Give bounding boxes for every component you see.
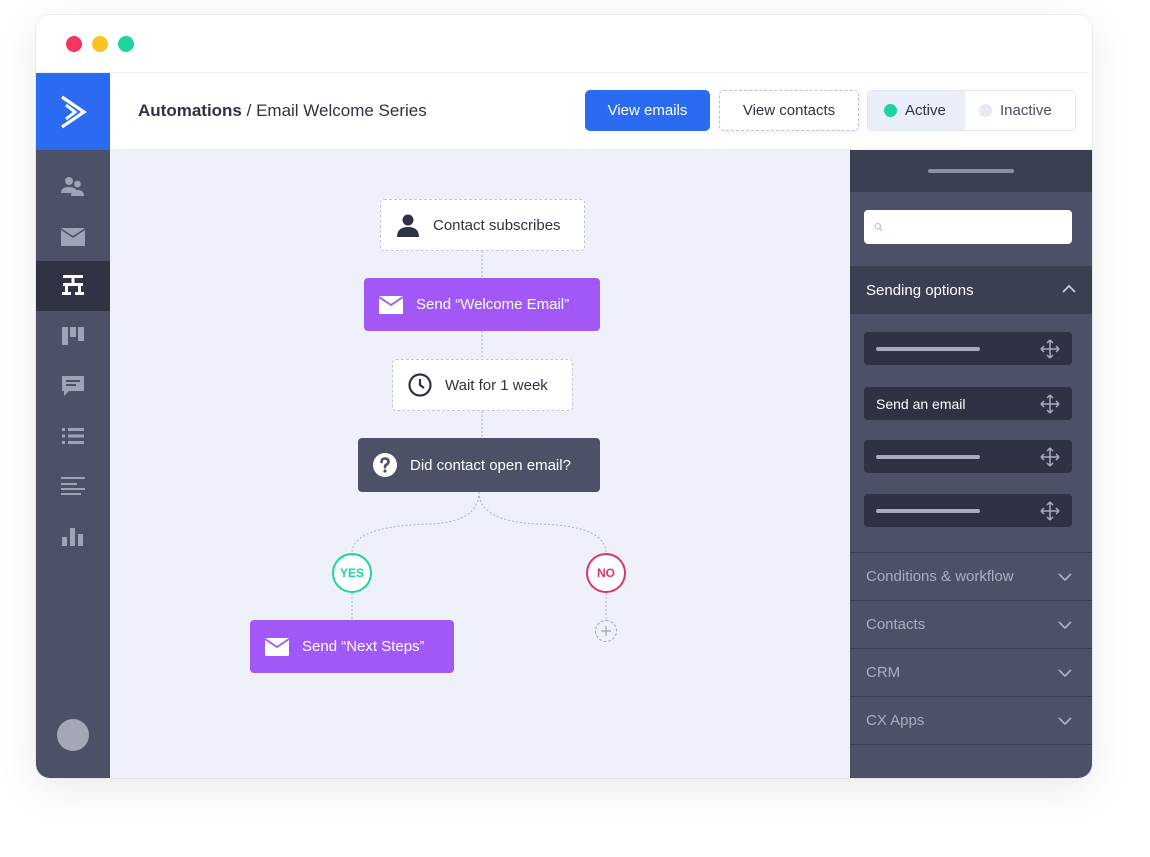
chevron-up-icon [1062,284,1076,293]
panel-header [850,150,1092,192]
trigger-node-label: Contact subscribes [433,216,561,234]
lists-icon [62,428,84,444]
sidebar-item-lists[interactable] [36,411,110,461]
action-item[interactable] [864,332,1072,365]
conversations-icon [62,376,84,396]
mail-icon-wrap [378,295,404,315]
app-window: Automations / Email Welcome Series View … [36,15,1092,778]
chevron-right-logo-icon [61,95,87,128]
window-titlebar [36,15,1092,73]
section-sending-options[interactable]: Sending options [850,266,1092,314]
send-welcome-email-label: Send “Welcome Email” [416,296,570,313]
status-toggle: Active Inactive [867,90,1076,131]
no-branch-badge[interactable]: NO [586,553,626,593]
action-item-placeholder [876,346,980,351]
panel-search[interactable] [864,210,1072,244]
chevron-down-icon [1058,669,1072,678]
sidebar-item-contacts[interactable] [36,162,110,212]
move-icon[interactable] [1040,447,1060,467]
pipeline-icon [62,327,84,345]
breadcrumb-separator: / [241,101,257,120]
action-item-placeholder [876,508,980,513]
search-icon [874,223,883,231]
yes-branch-badge[interactable]: YES [332,553,372,593]
condition-node-label: Did contact open email? [410,456,571,474]
action-item[interactable] [864,440,1072,473]
question-icon [373,453,397,477]
section-conditions-workflow[interactable]: Conditions & workflow [850,552,1092,600]
mail-icon [264,637,290,656]
breadcrumb: Automations / Email Welcome Series [138,101,427,121]
reports-icon [62,528,83,546]
minimize-window-button[interactable] [92,36,108,52]
section-label: CX Apps [866,712,925,729]
avatar[interactable] [57,719,89,751]
forms-icon [61,477,85,495]
mail-icon-wrap-2 [264,637,290,657]
action-item-send-email[interactable]: Send an email [864,387,1072,420]
panel-divider [850,744,1092,745]
plus-icon [601,626,611,636]
wait-node[interactable]: Wait for 1 week [392,359,573,411]
move-icon[interactable] [1040,339,1060,359]
inactive-dot-icon [979,104,992,117]
section-sending-options-label: Sending options [866,281,974,299]
sidebar-item-automations[interactable] [36,261,110,311]
breadcrumb-root[interactable]: Automations [138,101,242,120]
condition-node[interactable]: Did contact open email? [358,438,600,492]
left-sidebar [36,73,110,778]
sidebar-item-reports[interactable] [36,511,110,561]
status-inactive-option[interactable]: Inactive [965,91,1075,130]
chevron-down-icon [1058,573,1072,582]
chevron-down-icon [1058,621,1072,630]
sidebar-item-deals[interactable] [36,311,110,361]
wait-node-label: Wait for 1 week [445,376,548,394]
status-active-option[interactable]: Active [868,91,965,130]
user-icon-wrap [395,212,421,238]
clock-icon-wrap [407,372,433,398]
contacts-icon [61,177,84,196]
view-emails-button[interactable]: View emails [585,90,710,131]
clock-icon [408,373,432,397]
mail-icon [60,228,86,246]
add-step-button[interactable] [595,620,617,642]
section-label: CRM [866,664,901,681]
section-contacts[interactable]: Contacts [850,600,1092,648]
chevron-down-icon [1058,717,1072,726]
sidebar-item-conversations[interactable] [36,361,110,411]
close-window-button[interactable] [66,36,82,52]
action-item-placeholder [876,454,980,459]
app-logo[interactable] [36,73,110,150]
actions-panel: Sending options Send an email Conditions… [850,150,1092,778]
maximize-window-button[interactable] [118,36,134,52]
workflow-canvas[interactable]: Contact subscribes Send “Welcome Email” … [110,150,850,778]
action-item[interactable] [864,494,1072,527]
send-welcome-email-node[interactable]: Send “Welcome Email” [364,278,600,331]
sidebar-item-forms[interactable] [36,461,110,511]
sidebar-item-campaigns[interactable] [36,212,110,262]
search-input[interactable] [891,210,1072,244]
panel-drag-handle[interactable] [928,169,1014,173]
automations-icon [62,275,84,295]
status-active-label: Active [905,102,946,119]
section-cx-apps[interactable]: CX Apps [850,696,1092,744]
section-label: Contacts [866,616,926,633]
trigger-node[interactable]: Contact subscribes [380,199,585,251]
mail-icon [378,295,404,314]
user-icon [397,214,419,237]
send-next-steps-node[interactable]: Send “Next Steps” [250,620,454,673]
question-icon-wrap [372,452,398,478]
move-icon[interactable] [1040,394,1060,414]
status-inactive-label: Inactive [1000,102,1052,119]
active-dot-icon [884,104,897,117]
section-crm[interactable]: CRM [850,648,1092,696]
action-item-label: Send an email [876,395,966,412]
top-header: Automations / Email Welcome Series View … [110,73,1092,150]
breadcrumb-current: Email Welcome Series [256,101,427,120]
send-next-steps-label: Send “Next Steps” [302,638,425,655]
section-label: Conditions & workflow [866,568,1014,585]
move-icon[interactable] [1040,501,1060,521]
view-contacts-button[interactable]: View contacts [719,90,859,131]
